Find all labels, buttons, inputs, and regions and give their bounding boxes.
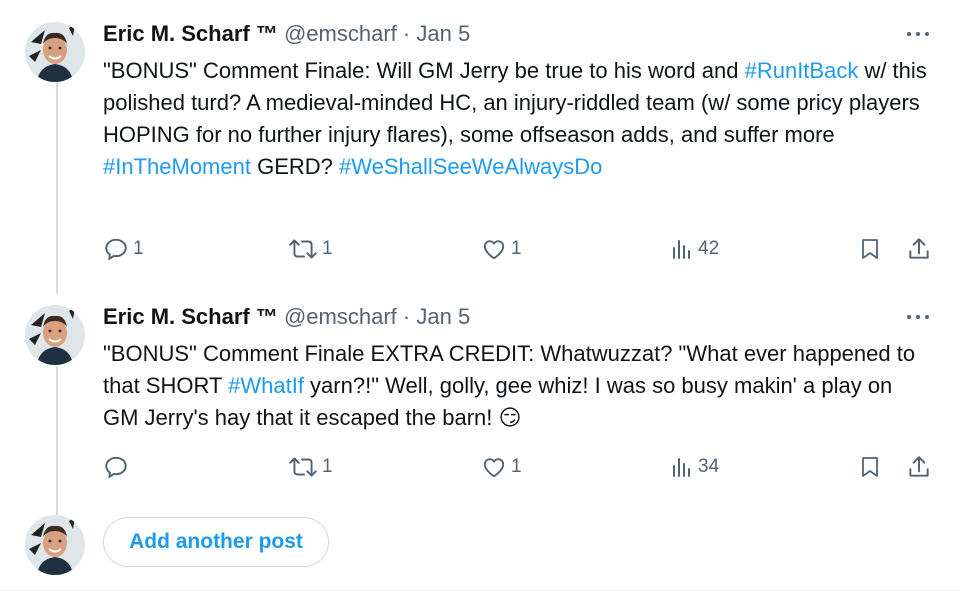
reply-count: 1 — [133, 238, 144, 259]
views-icon — [673, 240, 690, 259]
more-options-button[interactable] — [904, 307, 934, 327]
separator-dot: · — [402, 304, 411, 329]
more-icon — [907, 315, 911, 319]
view-count: 42 — [698, 238, 720, 259]
post-date[interactable]: Jan 5 — [416, 21, 470, 46]
smirk-emoji: 😏 — [498, 405, 522, 430]
reply-button[interactable] — [103, 452, 133, 482]
thread-line — [56, 367, 58, 515]
repost-icon — [289, 239, 317, 259]
avatar-image — [25, 305, 85, 365]
repost-button[interactable]: 1 — [288, 234, 333, 264]
like-button[interactable]: 1 — [481, 452, 522, 482]
more-icon — [907, 32, 911, 36]
post-header: Eric M. Scharf ™ @emscharf · Jan 5 — [103, 20, 470, 48]
avatar-image — [25, 515, 85, 575]
bookmark-button[interactable] — [858, 234, 882, 264]
hashtag-link[interactable]: #WhatIf — [228, 373, 304, 398]
reply-button[interactable]: 1 — [103, 234, 144, 264]
views-icon — [673, 458, 690, 477]
add-another-post-button[interactable]: Add another post — [103, 517, 329, 567]
post-header: Eric M. Scharf ™ @emscharf · Jan 5 — [103, 303, 470, 331]
post-text: "BONUS" Comment Finale: Will GM Jerry be… — [103, 55, 933, 183]
views-button[interactable]: 42 — [670, 234, 719, 264]
author-handle[interactable]: @emscharf — [284, 304, 397, 329]
views-button[interactable]: 34 — [670, 452, 719, 482]
separator-dot: · — [402, 21, 411, 46]
bookmark-button[interactable] — [858, 452, 882, 482]
share-button[interactable] — [906, 234, 932, 264]
hashtag-link[interactable]: #RunItBack — [745, 58, 859, 83]
repost-icon — [289, 457, 317, 477]
repost-count: 1 — [322, 238, 333, 259]
post-text: "BONUS" Comment Finale EXTRA CREDIT: Wha… — [103, 338, 933, 434]
avatar-image — [25, 22, 85, 82]
author-handle[interactable]: @emscharf — [284, 21, 397, 46]
repost-button[interactable]: 1 — [288, 452, 333, 482]
author-name[interactable]: Eric M. Scharf ™ — [103, 21, 278, 46]
view-count: 34 — [698, 456, 720, 477]
heart-icon — [483, 240, 505, 260]
reply-icon — [105, 456, 127, 479]
more-options-button[interactable] — [904, 24, 934, 44]
author-name[interactable]: Eric M. Scharf ™ — [103, 304, 278, 329]
heart-icon — [483, 458, 505, 478]
reply-icon — [105, 238, 127, 261]
bookmark-icon — [862, 457, 878, 477]
text-segment: GERD? — [250, 154, 339, 179]
hashtag-link[interactable]: #InTheMoment — [103, 154, 251, 179]
share-icon — [909, 238, 929, 259]
text-segment: "BONUS" Comment Finale: Will GM Jerry be… — [103, 58, 745, 83]
post-date[interactable]: Jan 5 — [416, 304, 470, 329]
share-icon — [909, 456, 929, 477]
thread-line — [56, 82, 58, 294]
like-count: 1 — [511, 456, 522, 477]
bookmark-icon — [862, 239, 878, 259]
avatar[interactable] — [25, 22, 85, 82]
like-button[interactable]: 1 — [481, 234, 522, 264]
hashtag-link[interactable]: #WeShallSeeWeAlwaysDo — [339, 154, 602, 179]
avatar[interactable] — [25, 515, 85, 575]
divider — [0, 590, 960, 591]
repost-count: 1 — [322, 456, 333, 477]
share-button[interactable] — [906, 452, 932, 482]
avatar[interactable] — [25, 305, 85, 365]
like-count: 1 — [511, 238, 522, 259]
